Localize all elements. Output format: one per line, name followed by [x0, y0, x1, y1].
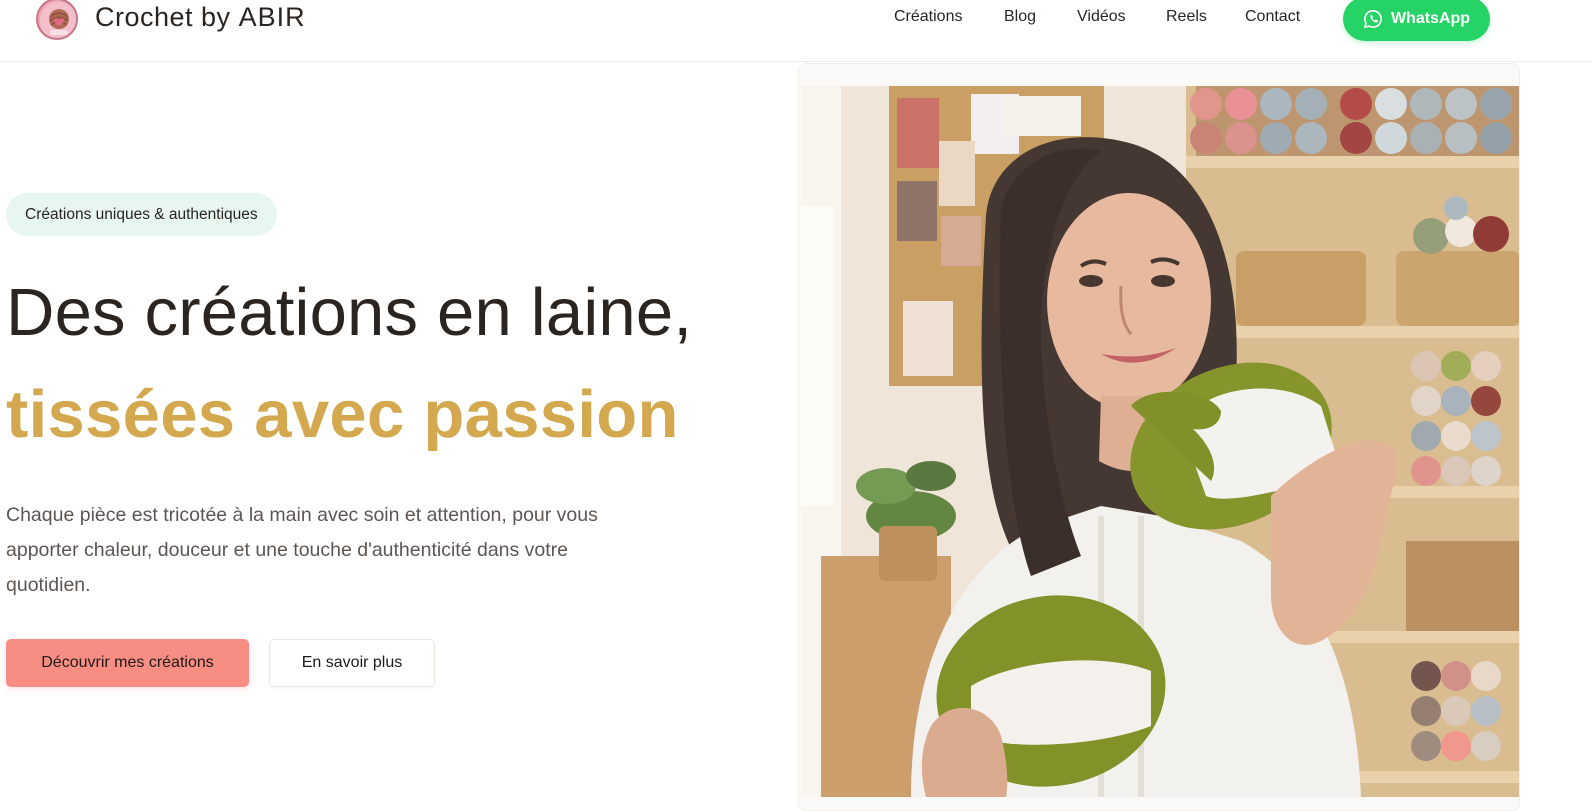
- hero-badge: Créations uniques & authentiques: [6, 193, 277, 236]
- whatsapp-button[interactable]: WhatsApp: [1343, 0, 1490, 41]
- yarn-heart-logo-icon[interactable]: [36, 0, 78, 40]
- brand-title[interactable]: Crochet by ABIR: [95, 2, 306, 33]
- hero-description: Chaque pièce est tricotée à la main avec…: [6, 504, 598, 596]
- whatsapp-icon: [1363, 9, 1383, 29]
- nav-link-blog[interactable]: Blog: [1004, 8, 1036, 26]
- woman-holding-green-yarn-photo: [801, 86, 1519, 797]
- nav-link-videos[interactable]: Vidéos: [1077, 8, 1126, 26]
- brand-prefix: Crochet by: [95, 2, 231, 32]
- site-header: Crochet by ABIR Créations Blog Vidéos Re…: [0, 0, 1592, 62]
- brand-name: ABIR: [238, 2, 306, 32]
- learn-more-button[interactable]: En savoir plus: [269, 639, 435, 687]
- nav-link-reels[interactable]: Reels: [1166, 8, 1207, 26]
- whatsapp-label: WhatsApp: [1390, 10, 1471, 27]
- hero-image-card: [798, 63, 1520, 811]
- discover-creations-button[interactable]: Découvrir mes créations: [6, 639, 249, 687]
- hero-headline-line1: Des créations en laine,: [6, 275, 693, 350]
- nav-link-contact[interactable]: Contact: [1245, 8, 1300, 26]
- nav-link-creations[interactable]: Créations: [894, 8, 962, 26]
- hero-headline-line2: tissées avec passion: [6, 377, 679, 452]
